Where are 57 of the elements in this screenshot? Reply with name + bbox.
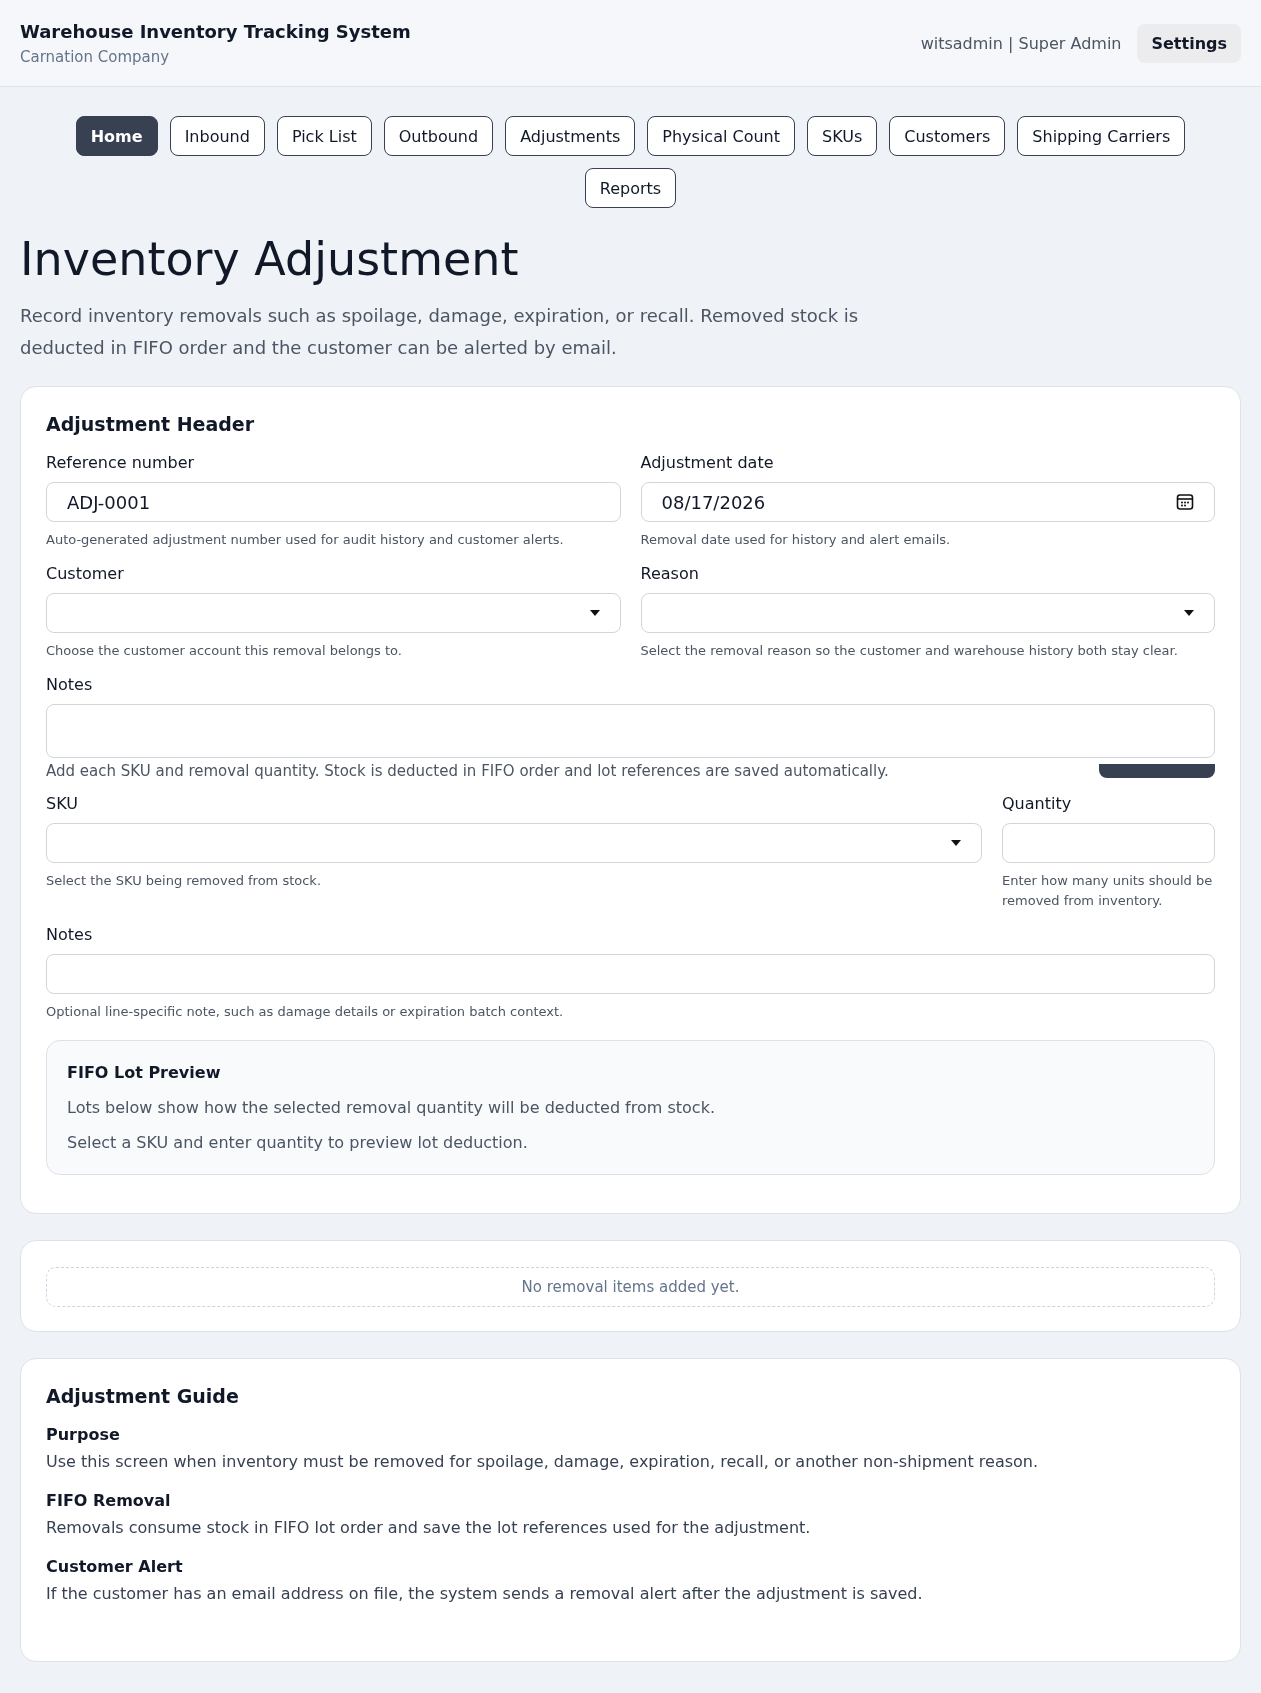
nav-tab[interactable]: Pick List [276,116,372,156]
user-label: witsadmin | Super Admin [920,33,1122,53]
line-notes-field[interactable] [46,954,1215,994]
dropdown-caret-icon [951,840,961,846]
field-label: Reason [640,564,700,583]
nav-tab[interactable]: SKUs [807,116,878,156]
panel-description: Lots below show how the selected removal quantity will be deducted from stock. [67,1098,716,1117]
guide-heading: Purpose [46,1425,121,1444]
lines-instructions: Add each SKU and removal quantity. Stock is deducted in FIFO order and lot references are saved automatically. [46,762,889,780]
field-label: Notes [46,925,94,944]
sku-select[interactable] [46,823,982,863]
help-text: Select the SKU being removed from stock. [46,872,323,890]
card-title: Adjustment Header [46,413,256,435]
field-label: Quantity [1002,794,1073,813]
nav-tab[interactable]: Customers [889,116,1006,156]
guide-text: If the customer has an email address on file, the system sends a removal alert after the adjustment is saved. [46,1584,924,1603]
nav-tab[interactable]: Adjustments [505,116,636,156]
page-title: Inventory Adjustment [20,232,520,286]
customer-select[interactable] [46,593,621,633]
notes-textarea[interactable] [46,704,1215,758]
card-title: Adjustment Guide [46,1385,240,1407]
help-text: Enter how many units should be removed from inventory. [1002,872,1214,910]
dropdown-caret-icon [1184,610,1194,616]
reference-field[interactable]: ADJ-0001 [46,482,621,522]
button-edge[interactable] [1099,764,1215,778]
nav-tab[interactable]: Home [75,116,158,156]
empty-message: Select a SKU and enter quantity to preview lot deduction. [67,1133,529,1152]
field-label: Adjustment date [640,453,775,472]
empty-message: No removal items added yet. [46,1267,1215,1307]
field-label: Notes [46,675,94,694]
nav-tab[interactable]: Reports [584,168,677,208]
dropdown-caret-icon [589,610,600,616]
nav-tab[interactable]: Outbound [383,116,494,156]
calendar-icon[interactable] [1176,493,1194,511]
reason-select[interactable] [640,593,1215,633]
date-field[interactable]: 08/17/2026 [640,482,1215,522]
field-label: Customer [46,564,125,583]
nav-tab[interactable]: Shipping Carriers [1017,116,1186,156]
guide-text: Use this screen when inventory must be removed for spoilage, damage, expiration, recall, or another non-shipment reason. [46,1452,1040,1471]
page-description: Record inventory removals such as spoilage, damage, expiration, or recall. Removed stock is deducted in FIFO order and the customer can be alerted by email. [20,304,860,360]
help-text: Select the removal reason so the customer and warehouse history both stay clear. [640,642,1179,660]
guide-text: Removals consume stock in FIFO lot order and save the lot references used for the adjustment. [46,1518,812,1537]
field-label: SKU [46,794,79,813]
guide-heading: FIFO Removal [46,1491,172,1510]
help-text: Auto-generated adjustment number used for audit history and customer alerts. [46,531,565,549]
nav-tab[interactable]: Inbound [169,116,265,156]
field-label: Reference number [46,453,196,472]
help-text: Removal date used for history and alert emails. [640,531,952,549]
help-text: Optional line-specific note, such as damage details or expiration batch context. [46,1003,565,1021]
help-text: Choose the customer account this removal belongs to. [46,642,403,660]
company-name: Carnation Company [20,47,171,66]
nav-tab[interactable]: Physical Count [647,116,795,156]
guide-heading: Customer Alert [46,1557,184,1576]
app-title: Warehouse Inventory Tracking System [20,20,411,42]
quantity-field[interactable] [1002,823,1215,863]
panel-title: FIFO Lot Preview [67,1063,222,1082]
settings-button[interactable]: Settings [1137,23,1241,63]
